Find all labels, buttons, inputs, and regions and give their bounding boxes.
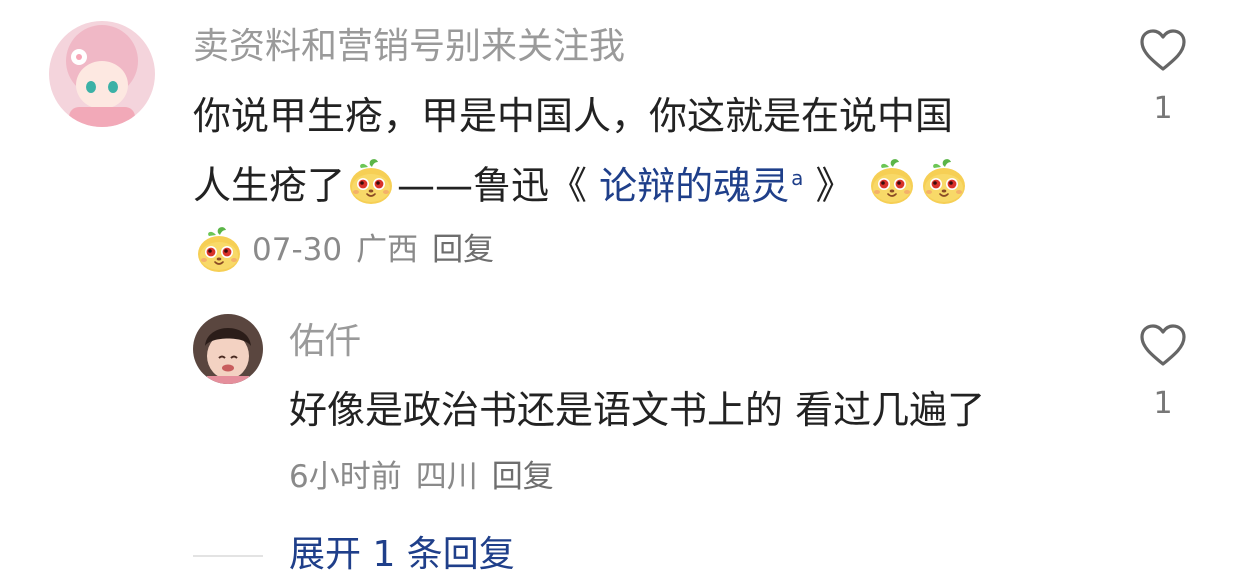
smirk-sticker-icon xyxy=(919,157,969,207)
comment-location: 广西 xyxy=(356,232,419,268)
search-link[interactable]: 论辩的魂灵 𝖺 xyxy=(599,164,803,208)
heart-icon[interactable] xyxy=(1138,322,1188,368)
comment-text-segment: ——鲁迅《 xyxy=(397,163,588,208)
smirk-sticker-icon xyxy=(194,225,244,275)
reply-button[interactable]: 回复 xyxy=(492,457,554,497)
comment-like: 1 xyxy=(1133,27,1193,127)
search-icon: 𝖺 xyxy=(791,166,804,190)
avatar[interactable] xyxy=(49,21,155,127)
heart-icon[interactable] xyxy=(1138,27,1188,73)
comment-text-line-1: 你说甲生疮，甲是中国人，你这就是在说中国 xyxy=(193,94,954,138)
reply-avatar[interactable] xyxy=(193,314,263,384)
reply-text: 好像是政治书还是语文书上的 看过几遍了 xyxy=(289,388,986,432)
like-count: 1 xyxy=(1153,91,1173,126)
comment-meta: 07-30 广西 回复 xyxy=(193,225,494,275)
smirk-sticker-icon xyxy=(867,157,917,207)
smirk-sticker-icon xyxy=(346,157,396,207)
reply-location: 四川 xyxy=(415,459,478,495)
comment-text-segment: 人生疮了 xyxy=(193,163,346,208)
reply-avatar-image xyxy=(193,314,263,384)
comment-username[interactable]: 卖资料和营销号别来关注我 xyxy=(193,25,625,69)
like-count: 1 xyxy=(1153,386,1173,421)
divider xyxy=(193,555,263,557)
reply-meta: 6小时前 四川 回复 xyxy=(289,457,554,497)
expand-replies-button[interactable]: 展开 1 条回复 xyxy=(289,533,515,577)
comment-date: 07-30 xyxy=(252,232,343,268)
comment-text-line-2: 人生疮了 ——鲁迅《 论辩的魂灵 𝖺 》 xyxy=(193,154,970,210)
comment-text-segment: 》 xyxy=(815,163,854,208)
reply-button[interactable]: 回复 xyxy=(432,230,494,270)
reply-username[interactable]: 佑仟 xyxy=(289,320,361,364)
reply-like: 1 xyxy=(1133,322,1193,422)
reply-time: 6小时前 xyxy=(289,459,402,495)
avatar-image xyxy=(49,21,155,127)
search-link-label: 论辩的魂灵 xyxy=(599,163,790,208)
